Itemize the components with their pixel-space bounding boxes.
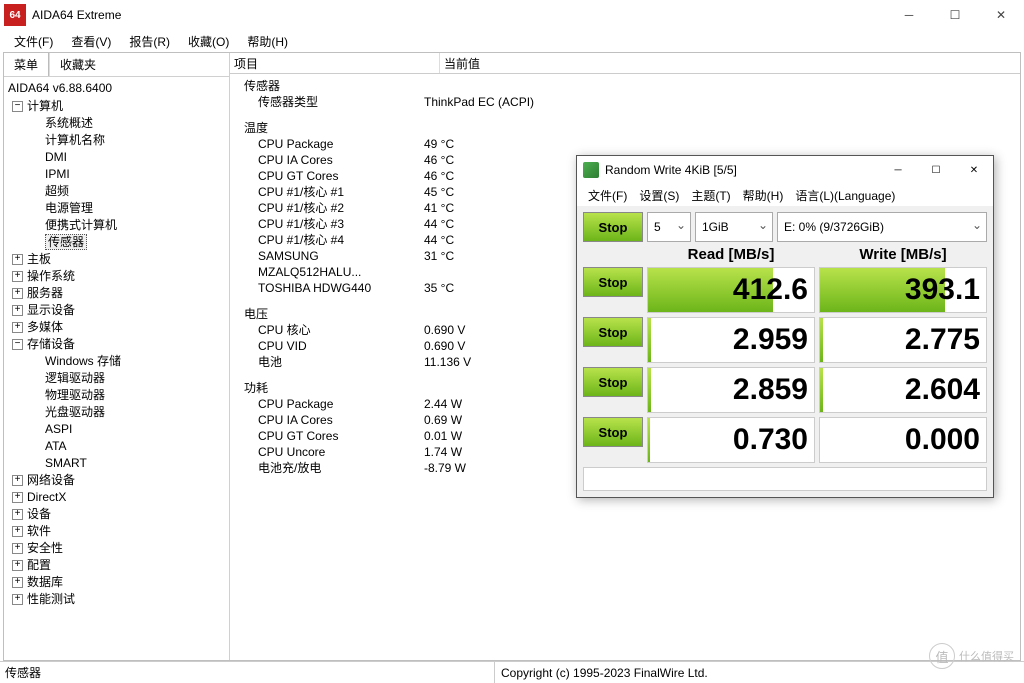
- cdm-write-value: 2.604: [819, 367, 987, 413]
- cdm-menu-settings[interactable]: 设置(S): [634, 187, 684, 204]
- tree-node[interactable]: 光盘驱动器: [8, 404, 225, 421]
- tree-node[interactable]: +数据库: [8, 574, 225, 591]
- cdm-write-value: 393.1: [819, 267, 987, 313]
- cdm-titlebar[interactable]: Random Write 4KiB [5/5] ─ ☐ ✕: [577, 156, 993, 184]
- tree-node[interactable]: +配置: [8, 557, 225, 574]
- tree-node[interactable]: SMART: [8, 455, 225, 472]
- menu-favorites[interactable]: 收藏(O): [180, 31, 237, 52]
- tree-node[interactable]: +软件: [8, 523, 225, 540]
- cdm-count-select[interactable]: 5: [647, 212, 691, 242]
- tab-favorites[interactable]: 收藏夹: [49, 53, 106, 76]
- watermark-icon: 值: [929, 643, 955, 669]
- cdm-maximize-button[interactable]: ☐: [917, 156, 955, 184]
- minimize-button[interactable]: ─: [886, 0, 932, 30]
- menu-view[interactable]: 查看(V): [63, 31, 119, 52]
- cdm-menu-help[interactable]: 帮助(H): [738, 187, 789, 204]
- tree-node[interactable]: 逻辑驱动器: [8, 370, 225, 387]
- tree-node[interactable]: +DirectX: [8, 489, 225, 506]
- cdm-stop-button[interactable]: Stop: [583, 317, 643, 347]
- cdm-title-text: Random Write 4KiB [5/5]: [605, 163, 879, 177]
- tree-node[interactable]: +性能测试: [8, 591, 225, 608]
- menu-report[interactable]: 报告(R): [121, 31, 178, 52]
- cdm-minimize-button[interactable]: ─: [879, 156, 917, 184]
- maximize-button[interactable]: ☐: [932, 0, 978, 30]
- menu-file[interactable]: 文件(F): [6, 31, 61, 52]
- sensor-row[interactable]: 传感器类型ThinkPad EC (ACPI): [236, 94, 1014, 110]
- cdm-read-value: 0.730: [647, 417, 815, 463]
- cdm-drive-select[interactable]: E: 0% (9/3726GiB): [777, 212, 987, 242]
- tree-node[interactable]: 物理驱动器: [8, 387, 225, 404]
- cdm-result-row: Stop2.9592.775: [583, 317, 987, 363]
- tree-node[interactable]: Windows 存储: [8, 353, 225, 370]
- cdm-size-select[interactable]: 1GiB: [695, 212, 773, 242]
- status-copyright: Copyright (c) 1995-2023 FinalWire Ltd.: [495, 666, 708, 680]
- tree-node[interactable]: +显示设备: [8, 302, 225, 319]
- tree-node[interactable]: 超频: [8, 183, 225, 200]
- tree-node[interactable]: 传感器: [8, 234, 225, 251]
- aida-titlebar: 64 AIDA64 Extreme ─ ☐ ✕: [0, 0, 1024, 30]
- cdm-write-value: 2.775: [819, 317, 987, 363]
- close-button[interactable]: ✕: [978, 0, 1024, 30]
- section-title: 温度: [236, 120, 1014, 136]
- tree-node[interactable]: DMI: [8, 149, 225, 166]
- cdm-stop-button[interactable]: Stop: [583, 417, 643, 447]
- tab-menu[interactable]: 菜单: [4, 53, 49, 76]
- cdm-read-value: 2.859: [647, 367, 815, 413]
- aida-logo-icon: 64: [4, 4, 26, 26]
- cdm-stop-button[interactable]: Stop: [583, 367, 643, 397]
- cdm-result-row: Stop412.6393.1: [583, 267, 987, 313]
- tree-node[interactable]: 便携式计算机: [8, 217, 225, 234]
- tree-node[interactable]: 电源管理: [8, 200, 225, 217]
- cdm-result-row: Stop0.7300.000: [583, 417, 987, 463]
- cdm-footer-input[interactable]: [583, 467, 987, 491]
- cdm-write-header: Write [MB/s]: [819, 246, 987, 263]
- tree-node[interactable]: ATA: [8, 438, 225, 455]
- cdm-read-value: 2.959: [647, 317, 815, 363]
- cdm-stop-all-button[interactable]: Stop: [583, 212, 643, 242]
- cdm-menubar: 文件(F) 设置(S) 主题(T) 帮助(H) 语言(L)(Language): [577, 184, 993, 206]
- app-title: AIDA64 Extreme: [32, 8, 886, 22]
- cdm-read-header: Read [MB/s]: [647, 246, 815, 263]
- tree-node[interactable]: IPMI: [8, 166, 225, 183]
- cdm-menu-file[interactable]: 文件(F): [583, 187, 632, 204]
- status-left: 传感器: [0, 662, 495, 683]
- col-value[interactable]: 当前值: [440, 53, 1020, 73]
- tree-node[interactable]: −计算机: [8, 98, 225, 115]
- cdm-window[interactable]: Random Write 4KiB [5/5] ─ ☐ ✕ 文件(F) 设置(S…: [576, 155, 994, 498]
- sidebar: 菜单 收藏夹 AIDA64 v6.88.6400 −计算机系统概述计算机名称DM…: [4, 53, 230, 660]
- cdm-write-value: 0.000: [819, 417, 987, 463]
- version-label: AIDA64 v6.88.6400: [8, 80, 225, 97]
- cdm-read-value: 412.6: [647, 267, 815, 313]
- tree-node[interactable]: +多媒体: [8, 319, 225, 336]
- tree-node[interactable]: 计算机名称: [8, 132, 225, 149]
- tree-node[interactable]: 系统概述: [8, 115, 225, 132]
- statusbar: 传感器 Copyright (c) 1995-2023 FinalWire Lt…: [0, 661, 1024, 683]
- nav-tree: AIDA64 v6.88.6400 −计算机系统概述计算机名称DMIIPMI超频…: [4, 77, 229, 611]
- tree-node[interactable]: +操作系统: [8, 268, 225, 285]
- aida-menubar: 文件(F) 查看(V) 报告(R) 收藏(O) 帮助(H): [0, 30, 1024, 52]
- tree-node[interactable]: +设备: [8, 506, 225, 523]
- menu-help[interactable]: 帮助(H): [239, 31, 296, 52]
- watermark-text: 什么值得买: [959, 648, 1014, 664]
- cdm-menu-theme[interactable]: 主题(T): [686, 187, 735, 204]
- tree-node[interactable]: +安全性: [8, 540, 225, 557]
- tree-node[interactable]: ASPI: [8, 421, 225, 438]
- cdm-result-row: Stop2.8592.604: [583, 367, 987, 413]
- tree-node[interactable]: +主板: [8, 251, 225, 268]
- tree-node[interactable]: +服务器: [8, 285, 225, 302]
- tree-node[interactable]: +网络设备: [8, 472, 225, 489]
- cdm-stop-button[interactable]: Stop: [583, 267, 643, 297]
- section-title: 传感器: [236, 78, 1014, 94]
- col-item[interactable]: 项目: [230, 53, 440, 73]
- watermark: 值 什么值得买: [929, 643, 1014, 669]
- cdm-menu-lang[interactable]: 语言(L)(Language): [790, 187, 900, 204]
- sensor-row[interactable]: CPU Package49 °C: [236, 136, 1014, 152]
- tree-node[interactable]: −存储设备: [8, 336, 225, 353]
- cdm-app-icon: [583, 162, 599, 178]
- cdm-close-button[interactable]: ✕: [955, 156, 993, 184]
